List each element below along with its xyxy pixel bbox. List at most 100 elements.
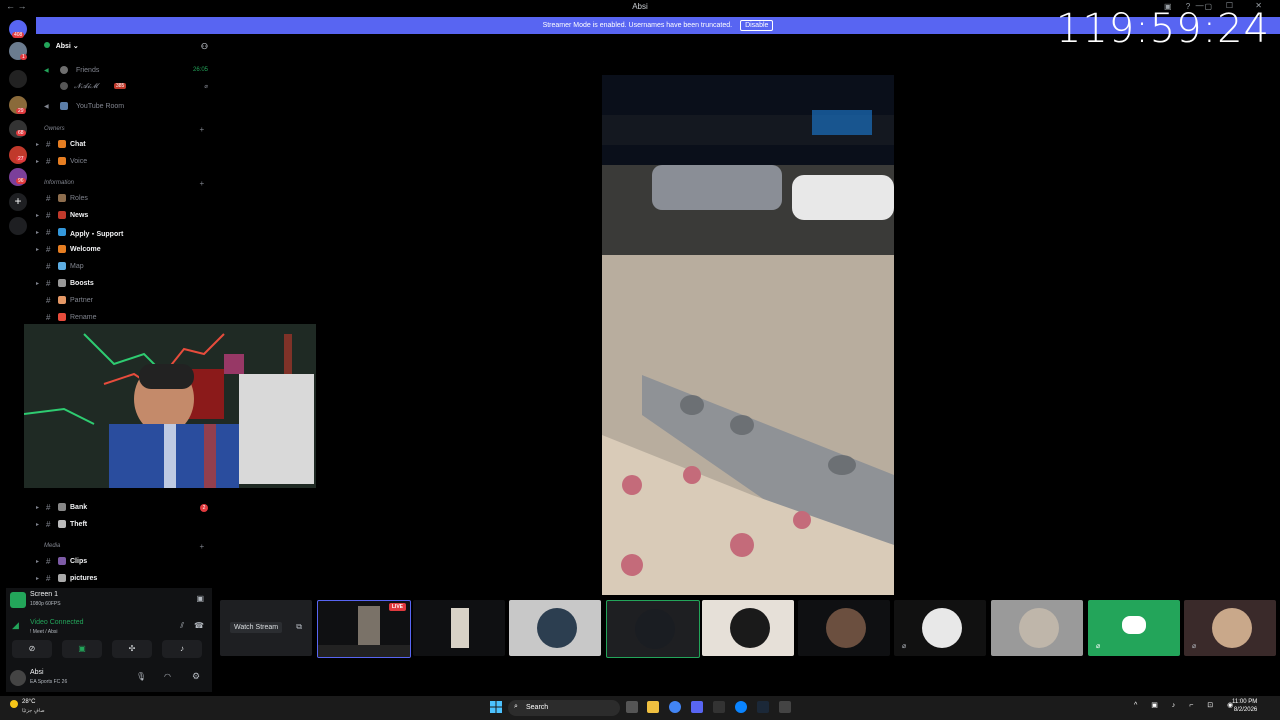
screen-share-button[interactable]: ▣ [62,640,102,658]
channel-map[interactable]: # Map [36,260,216,274]
badge: 96 [16,178,26,184]
category-media[interactable]: Media + [44,542,214,551]
task-view-icon[interactable] [626,701,638,713]
avatar [922,608,962,648]
voice-channel-name[interactable]: ! Meet / Absi [30,629,58,635]
soundboard-button[interactable]: ♪ [162,640,202,658]
channel-clips[interactable]: ▸ # Clips [36,555,216,569]
participant-video [451,608,469,648]
taskbar-search[interactable]: ⌕ Search [508,700,620,716]
main-video-stream[interactable] [602,75,894,595]
channel-emoji-icon [58,211,66,219]
chevron-right-icon: ▸ [36,159,40,165]
voice-channel-youtube-room[interactable]: ◀ YouTube Room [36,100,216,114]
add-server-icon[interactable]: + [9,193,27,211]
channel-rename[interactable]: # Rename [36,311,216,325]
add-member-icon[interactable]: ⚇ [201,42,208,51]
participant-tile-speaking[interactable] [606,600,700,658]
chevron-right-icon: ▸ [36,247,40,253]
screen-share-quality: 1080p 60FPS [30,601,61,607]
add-channel-icon[interactable]: + [199,125,204,134]
server-icon[interactable] [9,70,27,88]
overlay-timer: 119:59:24 [1055,6,1270,52]
voice-duration: 26:05 [192,67,208,73]
channel-pictures[interactable]: ▸ # pictures [36,572,216,586]
video-frame [602,75,894,595]
add-channel-icon[interactable]: + [199,542,204,551]
stop-streaming-icon[interactable]: ▣ [196,594,204,603]
clock-date: 8/2/2026 [1233,707,1258,713]
channel-voice[interactable]: ▸ # Voice [36,155,216,169]
channel-apply-support[interactable]: ▸ # Apply・Support [36,226,216,240]
weather-temp[interactable]: 28°C [22,699,35,705]
disable-streamer-mode-button[interactable]: Disable [740,20,774,31]
camera-off-button[interactable]: ⊘ [12,640,52,658]
voice-member[interactable]: 𝓝𝓐𝓲𝓜 385 ⌀ [36,80,216,94]
watch-stream-tile[interactable]: Watch Stream ⧉ [220,600,312,656]
channel-label: Boosts [70,280,94,287]
discover-icon[interactable] [9,217,27,235]
avatar [730,608,770,648]
disconnect-icon[interactable]: ☎ [194,621,204,630]
chevron-right-icon: ▸ [36,522,40,528]
edge-icon[interactable] [735,701,747,713]
xbox-icon[interactable] [713,701,725,713]
noise-suppression-icon[interactable]: ⫽ [180,621,184,631]
headphones-icon[interactable]: ◠ [164,672,171,681]
hash-icon: # [46,157,51,166]
discord-icon[interactable] [691,701,703,713]
channel-theft[interactable]: ▸ # Theft [36,518,216,532]
microphone-icon[interactable]: 🎙 [136,672,146,681]
steam-icon[interactable] [757,701,769,713]
participant-tile[interactable]: ⌀ [894,600,986,656]
participant-tile[interactable] [413,600,505,656]
gear-icon[interactable]: ⚙ [192,671,200,682]
file-explorer-icon[interactable] [647,701,659,713]
channel-boosts[interactable]: ▸ # Boosts [36,277,216,291]
add-channel-icon[interactable]: + [199,179,204,188]
participant-tile[interactable] [991,600,1083,656]
channel-news[interactable]: ▸ # News [36,209,216,223]
channel-label: Map [70,263,84,270]
chevron-right-icon: ▸ [36,142,40,148]
channel-bank[interactable]: ▸ # Bank 2 [36,501,216,515]
participant-tile[interactable] [702,600,794,656]
participant-tile[interactable] [798,600,890,656]
hash-icon: # [46,245,51,254]
channel-label: Rename [70,314,97,321]
chrome-icon[interactable] [669,701,681,713]
avatar[interactable] [10,670,26,686]
voice-channel-friends[interactable]: ◀ Friends 26:05 [36,64,216,78]
watch-stream-button[interactable]: Watch Stream [230,622,283,633]
participant-tile[interactable] [509,600,601,656]
channel-welcome[interactable]: ▸ # Welcome [36,243,216,257]
activities-button[interactable]: ✣ [112,640,152,658]
channel-emoji-icon [58,157,66,165]
banner-text: Streamer Mode is enabled. Usernames have… [542,22,733,29]
channel-chat[interactable]: ▸ # Chat [36,138,216,152]
taskbar-clock[interactable]: 11:00 PM 8/2/2026 [1232,698,1257,714]
user-activity: EA Sports FC 26 [30,679,68,685]
category-information[interactable]: Information + [44,179,214,188]
participant-tile[interactable]: ⌀ [1184,600,1276,656]
channel-emoji-icon [58,140,66,148]
channel-label: pictures [70,575,98,582]
system-tray-icons[interactable]: ^ ▣ ♪ ⌐ ⊡ ◉ [1134,701,1239,709]
weather-icon[interactable] [10,700,18,708]
voice-status[interactable]: Video Connected [30,619,84,626]
live-badge: LIVE [388,603,406,611]
popout-icon[interactable]: ⧉ [296,622,302,632]
screen-share-panel: Screen 1 1080p 60FPS ▣ [6,588,212,614]
participant-tile[interactable]: ⌀ [1088,600,1180,656]
live-stream-tile[interactable]: LIVE [317,600,411,658]
chevron-right-icon: ▸ [36,230,40,236]
channel-partner[interactable]: # Partner [36,294,216,308]
channel-roles[interactable]: # Roles [36,192,216,206]
chevron-right-icon: ▸ [36,213,40,219]
app-icon[interactable] [779,701,791,713]
server-header[interactable]: Absi ⌄ ⚇ [44,42,214,54]
username[interactable]: Absi [30,669,44,676]
windows-start-icon[interactable] [490,701,502,713]
category-owners[interactable]: Owners + [44,125,214,134]
screen-share-icon [10,592,26,608]
